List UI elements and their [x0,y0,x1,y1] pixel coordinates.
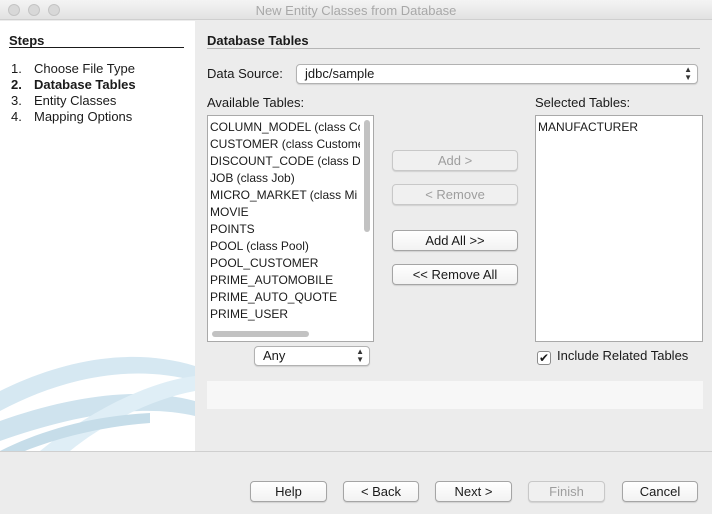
step-database-tables: 2. Database Tables [11,77,136,92]
select-arrows-icon: ▲ ▼ [356,347,364,364]
panel-title-divider [207,48,700,49]
remove-all-button[interactable]: << Remove All [392,264,518,285]
title-bar: New Entity Classes from Database [0,0,712,20]
step-number: 2. [11,77,22,92]
decorative-swoosh-graphic [0,356,195,451]
table-filter-value: Any [263,348,286,363]
list-item[interactable]: POINTS [208,221,360,238]
add-all-button[interactable]: Add All >> [392,230,518,251]
step-mapping-options: 4. Mapping Options [11,109,132,124]
step-label: Choose File Type [34,61,135,76]
help-button[interactable]: Help [250,481,327,502]
panel-title: Database Tables [207,33,309,48]
steps-divider [9,47,184,48]
add-button[interactable]: Add > [392,150,518,171]
steps-heading: Steps [9,33,45,48]
vertical-scrollbar[interactable] [364,120,370,232]
step-label: Entity Classes [34,93,117,108]
list-item[interactable]: PRIME_USER [208,306,360,323]
remove-button[interactable]: < Remove [392,184,518,205]
list-item[interactable]: DISCOUNT_CODE (class D [208,153,360,170]
horizontal-scrollbar[interactable] [212,331,309,337]
list-item[interactable]: MANUFACTURER [536,119,702,136]
back-button[interactable]: < Back [343,481,419,502]
table-filter-select[interactable]: Any ▲ ▼ [254,346,370,366]
include-related-label: Include Related Tables [557,348,689,363]
list-item[interactable]: POOL (class Pool) [208,238,360,255]
steps-panel: Steps 1. Choose File Type 2. Database Tabl… [0,21,195,451]
list-item[interactable]: PRIME_AUTOMOBILE [208,272,360,289]
list-item[interactable]: POOL_CUSTOMER [208,255,360,272]
next-button[interactable]: Next > [435,481,512,502]
list-item[interactable]: PRIME_AUTO_QUOTE [208,289,360,306]
available-tables-list[interactable]: COLUMN_MODEL (class Co CUSTOMER (class C… [207,115,374,342]
list-item[interactable]: COLUMN_MODEL (class Co [208,119,360,136]
data-source-value: jdbc/sample [305,66,375,81]
step-entity-classes: 3. Entity Classes [11,93,116,108]
list-item[interactable]: MOVIE [208,204,360,221]
selected-tables-list[interactable]: MANUFACTURER [535,115,703,342]
wizard-button-bar: Help < Back Next > Finish Cancel [0,452,712,514]
step-number: 4. [11,109,22,124]
data-source-select[interactable]: jdbc/sample ▲ ▼ [296,64,698,84]
include-related-tables-checkbox[interactable]: ✔ Include Related Tables [537,348,688,365]
step-number: 1. [11,61,22,76]
database-tables-panel: Database Tables Data Source: jdbc/sample… [195,21,712,451]
select-arrows-icon: ▲ ▼ [684,65,692,82]
window-title: New Entity Classes from Database [255,3,457,18]
step-label: Mapping Options [34,109,133,124]
list-item[interactable]: MICRO_MARKET (class Mi [208,187,360,204]
step-choose-file-type: 1. Choose File Type [11,61,135,76]
list-item[interactable]: CUSTOMER (class Custome [208,136,360,153]
message-area [207,381,703,409]
step-number: 3. [11,93,22,108]
available-tables-label: Available Tables: [207,95,305,110]
step-label: Database Tables [34,77,136,92]
list-item[interactable]: JOB (class Job) [208,170,360,187]
cancel-button[interactable]: Cancel [622,481,698,502]
finish-button[interactable]: Finish [528,481,605,502]
data-source-label: Data Source: [207,66,283,81]
selected-tables-label: Selected Tables: [535,95,631,110]
checkmark-icon[interactable]: ✔ [537,351,551,365]
